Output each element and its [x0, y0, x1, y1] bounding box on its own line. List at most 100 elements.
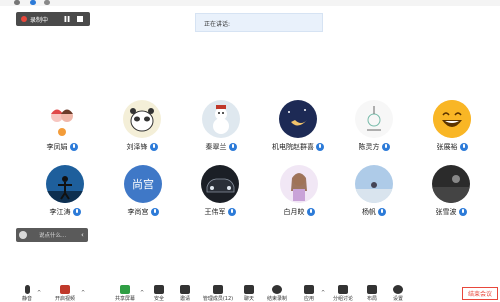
end-recording-button[interactable]: 结束录制 [262, 283, 292, 302]
participant-tile[interactable]: 李凤娟 [27, 100, 97, 160]
mic-status-icon [150, 208, 159, 216]
avatar [201, 165, 239, 203]
toolbar-label: 应用 [303, 296, 314, 302]
toolbar-label: 分组讨论 [332, 296, 353, 302]
participant-tile[interactable]: 王伟军 [185, 165, 255, 225]
shield-icon [154, 285, 164, 294]
avatar [355, 100, 393, 138]
mic-status-icon [459, 143, 468, 151]
mic-status-icon [381, 143, 390, 151]
chat-placeholder: 说点什么... [39, 233, 67, 239]
settings-button[interactable]: 设置 [383, 283, 413, 302]
mic-status-icon [149, 143, 158, 151]
recording-bar: 录制中 [16, 12, 90, 26]
participant-name: 白月皎 [283, 208, 305, 216]
members-icon [213, 285, 223, 294]
end-meeting-button[interactable]: 结束会议 [462, 287, 498, 300]
toolbar-label: 邀请 [179, 296, 190, 302]
participant-name: 陈灵方 [358, 143, 380, 151]
app-dot-icon [44, 0, 50, 5]
layout-icon [367, 285, 377, 294]
participant-tile[interactable]: 杨帆 [339, 165, 409, 225]
app-dot-icon [14, 0, 20, 5]
toolbar-label: 共享屏幕 [114, 296, 135, 302]
gear-icon [393, 285, 403, 294]
recording-status: 录制中 [30, 16, 49, 24]
invite-button[interactable]: 邀请 [170, 283, 200, 302]
apps-icon [304, 285, 314, 294]
participant-name: 杨帆 [362, 208, 376, 216]
participant-name: 李凤娟 [46, 143, 68, 151]
avatar [202, 100, 240, 138]
avatar [43, 100, 81, 138]
chat-emoji-icon [19, 231, 27, 239]
toolbar-label: 聊天 [243, 296, 254, 302]
participant-tile[interactable]: 刘泽锋 [107, 100, 177, 160]
avatar-initials: 尚宫 [132, 178, 154, 191]
mic-status-icon [378, 208, 386, 216]
avatar [279, 100, 317, 138]
participant-tile[interactable]: 尚宫 李尚宫 [108, 165, 178, 225]
chat-button[interactable]: 聊天 [234, 283, 264, 302]
chat-input[interactable]: 说点什么... ‹ [16, 228, 88, 242]
avatar [355, 165, 393, 203]
participant-name: 李江涛 [49, 208, 71, 216]
stop-recording-icon[interactable] [75, 15, 84, 24]
breakout-icon [338, 285, 348, 294]
mic-status-icon [228, 143, 237, 151]
participant-name: 王伟军 [204, 208, 226, 216]
toolbar-label: 管理成员(12) [202, 296, 234, 302]
toolbar-label: 开启视频 [54, 296, 75, 302]
participant-tile[interactable]: 白月皎 [264, 165, 334, 225]
participant-name: 李尚宫 [127, 208, 149, 216]
bottom-toolbar: 静音 ^ 开启视频 ^ 共享屏幕 ^ 安全 邀请 管理成员(12) 聊天 结束录… [0, 283, 500, 302]
avatar [280, 165, 318, 203]
avatar [123, 100, 161, 138]
participant-name: 张雪波 [435, 208, 457, 216]
participant-name: 刘泽锋 [126, 143, 148, 151]
participant-tile[interactable]: 张展裕 [417, 100, 487, 160]
chevron-up-icon[interactable]: ^ [321, 290, 325, 296]
apps-button[interactable]: 应用 [294, 283, 324, 302]
toolbar-label: 静音 [21, 296, 32, 302]
participant-tile[interactable]: 机电院赵群喜 [263, 100, 333, 160]
record-icon [272, 285, 282, 294]
chevron-up-icon[interactable]: ^ [37, 290, 41, 296]
mic-status-icon [69, 143, 78, 151]
participant-tile[interactable]: 陈灵方 [339, 100, 409, 160]
mic-status-icon [306, 208, 315, 216]
app-dot-icon [30, 0, 36, 5]
participant-tile[interactable]: 秦翠兰 [186, 100, 256, 160]
chevron-left-icon[interactable]: ‹ [81, 231, 84, 239]
recording-dot-icon [21, 16, 27, 22]
start-video-button[interactable]: 开启视频 [50, 283, 80, 302]
share-screen-icon [120, 285, 130, 294]
pause-recording-icon[interactable] [62, 15, 71, 24]
invite-icon [180, 285, 190, 294]
participant-tile[interactable]: 张雪波 [416, 165, 486, 225]
toolbar-label: 结束录制 [266, 296, 287, 302]
microphone-icon [24, 285, 30, 294]
manage-members-button[interactable]: 管理成员(12) [200, 283, 236, 302]
system-top-bar [0, 0, 500, 6]
mic-status-icon [458, 208, 467, 216]
speaking-indicator: 正在讲话: [195, 13, 323, 32]
mic-status-icon [227, 208, 236, 216]
video-icon [60, 285, 70, 294]
breakout-button[interactable]: 分组讨论 [328, 283, 358, 302]
participant-name: 秦翠兰 [205, 143, 227, 151]
participant-name: 张展裕 [436, 143, 458, 151]
toolbar-label: 设置 [392, 296, 403, 302]
mic-status-icon [316, 143, 324, 151]
participant-tile[interactable]: 李江涛 [30, 165, 100, 225]
share-screen-button[interactable]: 共享屏幕 [110, 283, 140, 302]
avatar: 尚宫 [124, 165, 162, 203]
chevron-up-icon[interactable]: ^ [81, 290, 85, 296]
speaking-label: 正在讲话: [204, 21, 231, 28]
chat-icon [244, 285, 254, 294]
avatar [432, 165, 470, 203]
avatar [46, 165, 84, 203]
mic-status-icon [72, 208, 81, 216]
avatar [433, 100, 471, 138]
participant-name: 机电院赵群喜 [272, 143, 314, 151]
